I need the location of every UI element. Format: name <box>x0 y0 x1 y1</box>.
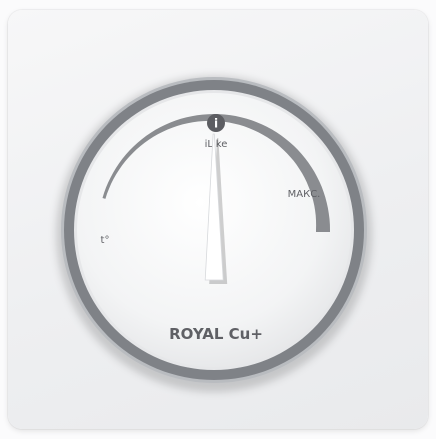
max-label: МАКС. <box>288 189 321 200</box>
thermostat-dial[interactable]: i iLike МАКС. t° ROYAL Cu+ <box>0 0 436 439</box>
brand-label: ROYAL Cu+ <box>169 325 263 343</box>
mode-label: iLike <box>205 139 228 150</box>
svg-text:i: i <box>214 117 218 131</box>
info-icon: i <box>207 114 225 132</box>
temp-label: t° <box>101 235 110 246</box>
